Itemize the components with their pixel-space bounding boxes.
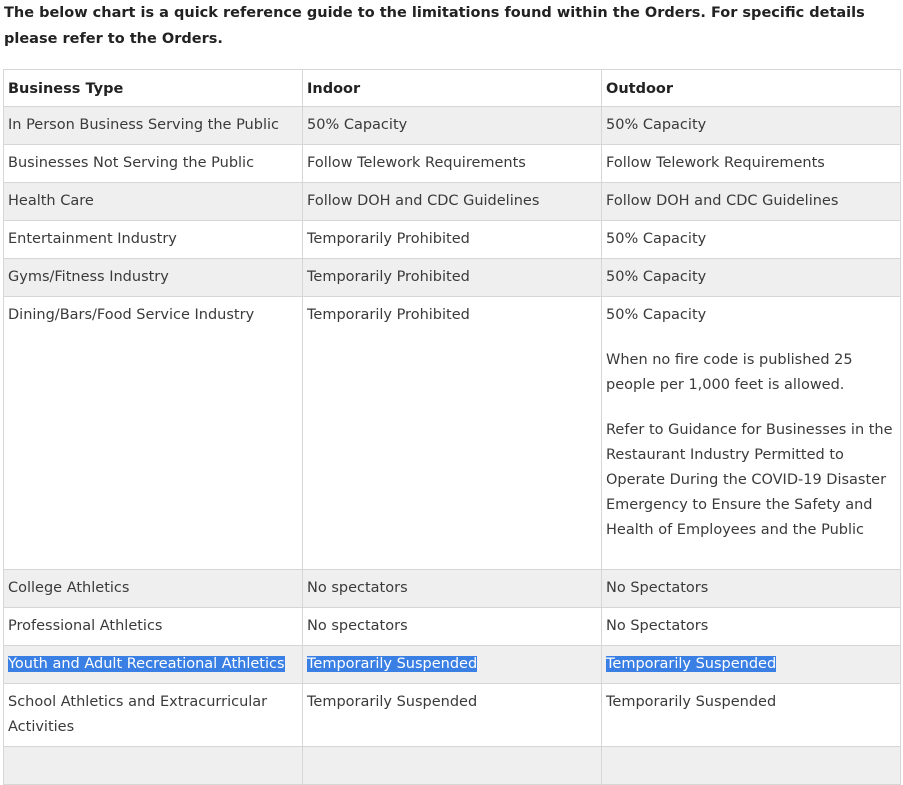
selected-text[interactable]: Temporarily Suspended (606, 656, 777, 672)
outdoor-cell: No Spectators (601, 607, 901, 646)
indoor-cell (302, 746, 602, 785)
indoor-cell: Temporarily Prohibited (302, 258, 602, 297)
indoor-cell: 50% Capacity (302, 106, 602, 145)
table-row: Gyms/Fitness Industry Temporarily Prohib… (3, 258, 901, 297)
outdoor-cell: Temporarily Suspended (601, 645, 901, 684)
indoor-cell: Temporarily Suspended (302, 683, 602, 747)
business-type-cell: In Person Business Serving the Public (3, 106, 303, 145)
table-header-row: Business Type Indoor Outdoor (3, 69, 901, 107)
outdoor-note: When no fire code is published 25 people… (606, 352, 853, 393)
header-indoor: Indoor (302, 69, 602, 107)
outdoor-cell (601, 746, 901, 785)
header-business-type: Business Type (3, 69, 303, 107)
business-type-cell: Entertainment Industry (3, 220, 303, 259)
table-row: School Athletics and Extracurricular Act… (3, 683, 901, 747)
table-row: Health Care Follow DOH and CDC Guideline… (3, 182, 901, 221)
business-type-cell: Youth and Adult Recreational Athletics (3, 645, 303, 684)
header-outdoor: Outdoor (601, 69, 901, 107)
outdoor-cell: 50% Capacity (601, 106, 901, 145)
outdoor-cell: Follow DOH and CDC Guidelines (601, 182, 901, 221)
selected-text[interactable]: Youth and Adult Recreational Athletics (8, 656, 285, 672)
reference-table: Business Type Indoor Outdoor In Person B… (3, 69, 901, 785)
outdoor-cell: 50% Capacity (601, 220, 901, 259)
indoor-cell: Follow DOH and CDC Guidelines (302, 182, 602, 221)
indoor-cell: Temporarily Prohibited (302, 220, 602, 259)
outdoor-guidance-note: Refer to Guidance for Businesses in the … (606, 422, 893, 538)
table-row: Entertainment Industry Temporarily Prohi… (3, 220, 901, 259)
table-row: Professional Athletics No spectators No … (3, 607, 901, 646)
business-type-cell: Health Care (3, 182, 303, 221)
table-row: In Person Business Serving the Public 50… (3, 106, 901, 145)
business-type-cell: School Athletics and Extracurricular Act… (3, 683, 303, 747)
business-type-cell (3, 746, 303, 785)
outdoor-cell: No Spectators (601, 569, 901, 608)
outdoor-cell: Temporarily Suspended (601, 683, 901, 747)
outdoor-cell: 50% Capacity (601, 258, 901, 297)
business-type-cell: Professional Athletics (3, 607, 303, 646)
indoor-cell: Temporarily Suspended (302, 645, 602, 684)
selected-text[interactable]: Temporarily Suspended (307, 656, 478, 672)
indoor-cell: Temporarily Prohibited (302, 296, 602, 570)
table-row: Businesses Not Serving the Public Follow… (3, 144, 901, 183)
business-type-cell: Dining/Bars/Food Service Industry (3, 296, 303, 570)
table-row-selected: Youth and Adult Recreational Athletics T… (3, 645, 901, 684)
outdoor-value: 50% Capacity (606, 307, 707, 323)
business-type-cell: Gyms/Fitness Industry (3, 258, 303, 297)
table-row: College Athletics No spectators No Spect… (3, 569, 901, 608)
intro-text: The below chart is a quick reference gui… (4, 5, 865, 47)
business-type-cell: College Athletics (3, 569, 303, 608)
indoor-cell: Follow Telework Requirements (302, 144, 602, 183)
business-type-cell: Businesses Not Serving the Public (3, 144, 303, 183)
indoor-cell: No spectators (302, 569, 602, 608)
outdoor-cell: Follow Telework Requirements (601, 144, 901, 183)
table-row: Dining/Bars/Food Service Industry Tempor… (3, 296, 901, 570)
outdoor-cell: 50% Capacity When no fire code is publis… (601, 296, 901, 570)
indoor-cell: No spectators (302, 607, 602, 646)
table-row (3, 746, 901, 785)
